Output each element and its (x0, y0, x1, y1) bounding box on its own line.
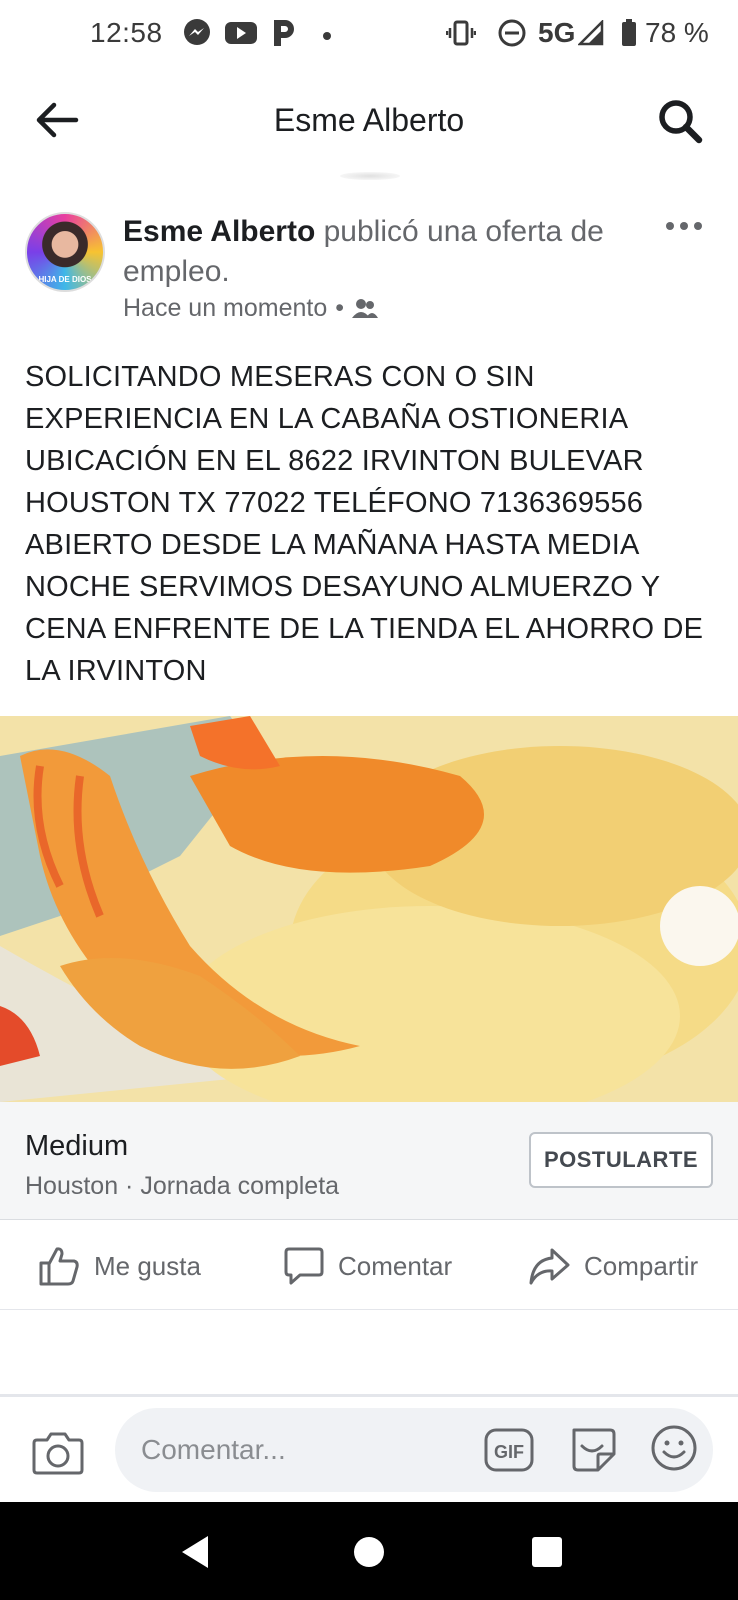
search-icon (659, 100, 703, 144)
post-author-line: Esme Alberto publicó una oferta de emple… (123, 212, 643, 292)
camera-button[interactable] (32, 1428, 84, 1476)
status-time: 12:58 (90, 17, 163, 48)
share-arrow-icon (529, 1248, 570, 1285)
youtube-icon (224, 18, 258, 53)
meta-separator: • (335, 294, 345, 322)
apply-button[interactable]: POSTULARTE (529, 1132, 713, 1188)
messenger-icon (182, 18, 212, 53)
comment-button[interactable]: Comentar (284, 1222, 452, 1310)
search-button[interactable] (655, 96, 707, 148)
like-label: Me gusta (94, 1250, 201, 1281)
status-bar: 12:58 5G 78 % (0, 0, 738, 66)
friends-icon (352, 298, 379, 318)
dot-icon (322, 28, 332, 46)
job-card[interactable]: Medium Houston · Jornada completa POSTUL… (0, 1102, 738, 1220)
dnd-icon (497, 18, 527, 53)
post-author[interactable]: Esme Alberto (123, 215, 315, 248)
post-meta: Hace un momento • (123, 294, 379, 323)
battery-icon (620, 18, 638, 53)
network-type: 5G (538, 17, 576, 48)
square-recents-icon (532, 1537, 562, 1567)
section-divider (0, 1394, 738, 1397)
fried-shrimp-image (0, 716, 738, 1102)
battery-percent: 78 % (645, 17, 709, 48)
system-nav-bar (0, 1502, 738, 1600)
post-time[interactable]: Hace un momento (123, 294, 327, 323)
page-title: Esme Alberto (273, 102, 465, 138)
comment-bubble-icon (284, 1247, 324, 1285)
nav-back-button[interactable] (178, 1532, 218, 1572)
avatar-caption: HIJA DE DIOS (38, 275, 92, 284)
comment-input[interactable] (115, 1408, 713, 1492)
header-divider (340, 172, 400, 180)
post-header: HIJA DE DIOS Esme Alberto publicó una of… (0, 200, 738, 330)
sticker-icon (572, 1428, 616, 1472)
like-button[interactable]: Me gusta (38, 1222, 201, 1310)
vibrate-icon (445, 18, 477, 53)
job-subtitle: Houston · Jornada completa (25, 1172, 340, 1200)
pandora-icon (270, 18, 298, 53)
camera-icon (32, 1432, 84, 1475)
nav-recents-button[interactable] (527, 1532, 567, 1572)
emoji-button[interactable] (648, 1422, 700, 1474)
gif-label: GIF (494, 1442, 524, 1462)
post-actions: Me gusta Comentar Compartir (0, 1222, 738, 1310)
app-header: Esme Alberto (0, 70, 738, 170)
more-dots-icon (666, 222, 702, 230)
share-label: Compartir (584, 1250, 699, 1281)
more-options-button[interactable] (664, 216, 704, 236)
post-image[interactable] (0, 716, 738, 1102)
gif-icon: GIF (484, 1428, 534, 1472)
comment-label: Comentar (338, 1250, 453, 1281)
job-title: Medium (25, 1130, 129, 1162)
smiley-icon (651, 1425, 697, 1471)
avatar[interactable]: HIJA DE DIOS (25, 212, 105, 292)
nav-home-button[interactable] (349, 1532, 389, 1572)
post-body: SOLICITANDO MESERAS CON O SIN EXPERIENCI… (25, 361, 704, 687)
comment-bar: GIF (0, 1398, 738, 1502)
triangle-back-icon (182, 1536, 208, 1568)
circle-home-icon (354, 1537, 384, 1567)
share-button[interactable]: Compartir (528, 1222, 698, 1310)
signal-icon (576, 18, 604, 51)
gif-button[interactable]: GIF (483, 1426, 535, 1474)
sticker-button[interactable] (566, 1422, 618, 1474)
thumbs-up-icon (39, 1247, 79, 1286)
